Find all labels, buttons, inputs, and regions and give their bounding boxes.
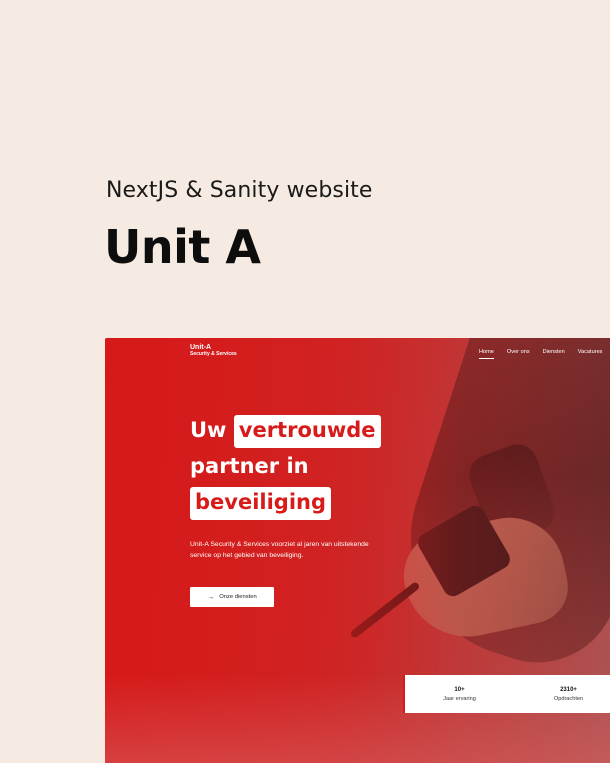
nav-item-vacatures[interactable]: Vacatures [578, 349, 603, 359]
stat-assignments: 2310+ Opdrachten [514, 675, 610, 713]
main-nav: Home Over ons Diensten Vacatures [479, 349, 602, 359]
brand-name: Unit-A [190, 344, 211, 351]
website-screenshot: Unit-A Security & Services Home Over ons… [105, 338, 610, 763]
hero-description: Unit-A Security & Services voorziet al j… [190, 541, 369, 559]
nav-item-home[interactable]: Home [479, 349, 494, 359]
brand-tagline: Security & Services [190, 351, 237, 357]
hero-title-highlight-2: beveiliging [190, 487, 332, 520]
onze-diensten-button[interactable]: → Onze diensten [190, 587, 274, 607]
stat-value: 10+ [454, 686, 465, 693]
stat-label: Jaar ervaring [443, 695, 476, 702]
project-title: Unit A [104, 220, 261, 274]
hero-title-line-1: Uw vertrouwde [190, 412, 381, 448]
hero-title-highlight-1: vertrouwde [233, 415, 381, 448]
project-kicker: NextJS & Sanity website [106, 178, 373, 203]
hero-title: Uw vertrouwde partner in beveiliging [190, 412, 381, 520]
stat-value: 2310+ [560, 686, 577, 693]
hero-title-line-3: beveiliging [190, 484, 381, 520]
stat-label: Opdrachten [553, 695, 584, 702]
nav-item-diensten[interactable]: Diensten [543, 349, 565, 359]
nav-item-over-ons[interactable]: Over ons [507, 349, 530, 359]
site-logo[interactable]: Unit-A Security & Services [190, 344, 237, 357]
hero-title-prefix: Uw [190, 418, 227, 442]
stat-experience: 10+ Jaar ervaring [405, 675, 514, 713]
hero-title-line-2: partner in [190, 454, 309, 478]
arrow-right-icon: → [207, 593, 215, 601]
cta-label: Onze diensten [219, 594, 257, 600]
stats-card: 10+ Jaar ervaring 2310+ Opdrachten [403, 675, 610, 713]
